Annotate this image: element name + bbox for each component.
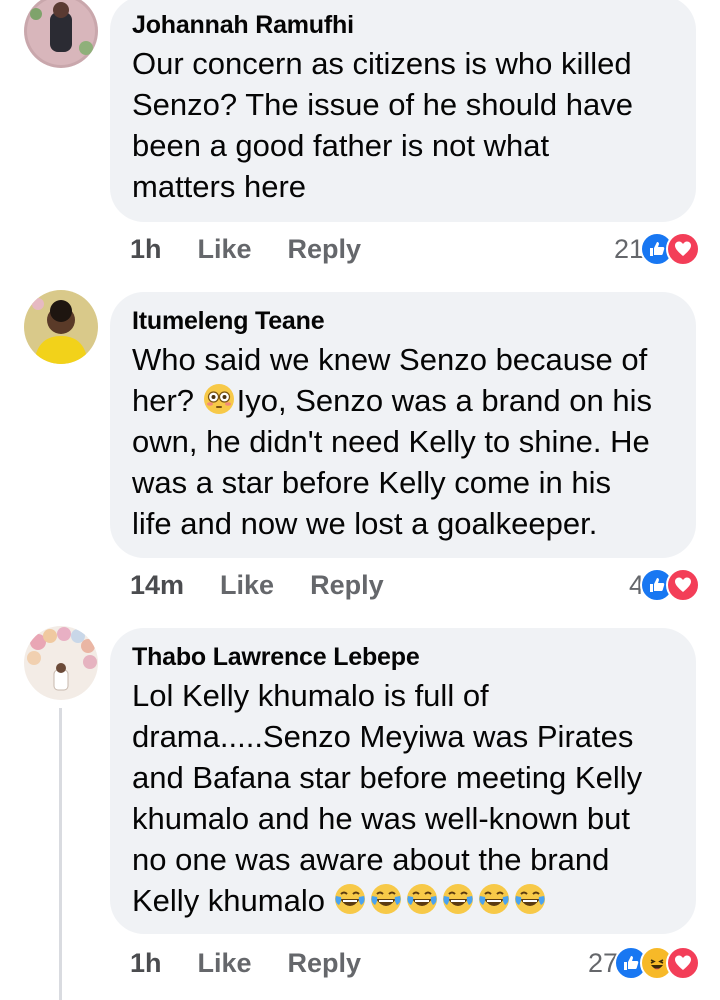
comment-text: Lol Kelly khumalo is full of drama.....S… [132,675,672,921]
comment-bubble: Johannah Ramufhi Our concern as citizens… [110,0,696,222]
avatar[interactable] [24,626,98,700]
comment-line: Senzo? The issue of he should have [132,87,633,122]
reaction-summary[interactable]: 27 [588,946,700,980]
reply-button[interactable]: Reply [310,570,384,601]
comment-line: and Bafana star before meeting Kelly [132,760,643,795]
reply-thread-line [59,708,62,1000]
love-icon [666,568,700,602]
comment-line-prefix: her? [132,383,195,418]
reply-button[interactable]: Reply [288,234,362,265]
tears-of-joy-emoji-icon [514,883,546,915]
reaction-summary[interactable]: 21 [614,232,700,266]
comment-line: Kelly khumalo [132,880,672,921]
comment-author[interactable]: Thabo Lawrence Lebepe [132,642,672,672]
comment-line: Our concern as citizens is who killed [132,46,632,81]
comment-actions: 14m Like Reply [130,570,420,601]
comment-time[interactable]: 1h [130,948,162,979]
comment-text: Our concern as citizens is who killed Se… [132,43,672,207]
laughing-emoji-row [334,883,550,918]
love-icon [666,232,700,266]
comment-line: khumalo and he was well-known but [132,801,630,836]
comment-time[interactable]: 1h [130,234,162,265]
comment-line-rest: Iyo, Senzo was a brand on his [236,383,652,418]
comment-author[interactable]: Johannah Ramufhi [132,10,672,40]
comment-author[interactable]: Itumeleng Teane [132,306,672,336]
comment-bubble: Itumeleng Teane Who said we knew Senzo b… [110,292,696,558]
comment-line: life and now we lost a goalkeeper. [132,506,598,541]
comment-line: her? Iyo, Senzo was a brand on his [132,380,672,421]
comment-line: been a good father is not what [132,128,550,163]
comment-line-rest: Kelly khumalo [132,883,325,918]
comment-line: Lol Kelly khumalo is full of [132,678,489,713]
reaction-summary[interactable]: 4 [629,568,700,602]
reply-button[interactable]: Reply [288,948,362,979]
comment-line: no one was aware about the brand [132,842,610,877]
comment-line: Who said we knew Senzo because of [132,342,648,377]
comment-text: Who said we knew Senzo because of her? I… [132,339,672,544]
comment-line: matters here [132,169,307,204]
comment-line: own, he didn't need Kelly to shine. He [132,424,650,459]
comment-line: drama.....Senzo Meyiwa was Pirates [132,719,634,754]
like-button[interactable]: Like [198,234,252,265]
tears-of-joy-emoji-icon [406,883,438,915]
flushed-emoji-icon [203,383,235,415]
tears-of-joy-emoji-icon [334,883,366,915]
avatar[interactable] [24,290,98,364]
like-button[interactable]: Like [198,948,252,979]
comment-time[interactable]: 14m [130,570,184,601]
comment-bubble: Thabo Lawrence Lebepe Lol Kelly khumalo … [110,628,696,934]
comment-actions: 1h Like Reply [130,234,397,265]
comment-line: was a star before Kelly come in his [132,465,611,500]
tears-of-joy-emoji-icon [370,883,402,915]
like-button[interactable]: Like [220,570,274,601]
tears-of-joy-emoji-icon [442,883,474,915]
avatar[interactable] [24,0,98,68]
tears-of-joy-emoji-icon [478,883,510,915]
love-icon [666,946,700,980]
comment-actions: 1h Like Reply [130,948,397,979]
